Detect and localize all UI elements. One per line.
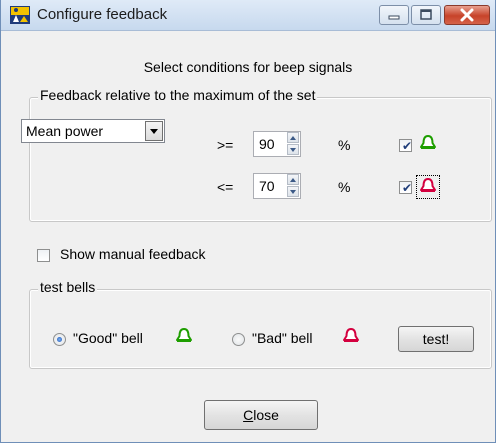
dropdown-button[interactable] [145, 121, 163, 141]
minimize-icon [388, 15, 400, 20]
spin-up-button[interactable] [287, 174, 299, 185]
lower-threshold-spinbox[interactable]: 70 [253, 173, 301, 199]
maximize-icon [420, 9, 432, 20]
spin-up-button[interactable] [287, 132, 299, 143]
test-button[interactable]: test! [398, 326, 474, 352]
app-icon [10, 6, 30, 24]
manual-feedback-label: Show manual feedback [60, 246, 206, 262]
measure-dropdown[interactable]: Mean power [21, 119, 165, 143]
good-bell-label[interactable]: "Good" bell [73, 330, 143, 346]
good-bell-icon [176, 328, 192, 342]
relative-feedback-group: Feedback relative to the maximum of the … [29, 87, 492, 222]
checkmark-icon: ✔ [402, 181, 413, 195]
title-bar[interactable]: Configure feedback [1, 0, 495, 31]
relative-feedback-legend: Feedback relative to the maximum of the … [38, 87, 318, 103]
chevron-down-icon [150, 129, 158, 134]
close-window-button[interactable] [444, 5, 490, 25]
upper-threshold-spinbox[interactable]: 90 [253, 131, 301, 157]
upper-spin-buttons[interactable] [287, 132, 300, 156]
test-bells-legend: test bells [38, 279, 98, 295]
upper-bell-checkbox[interactable]: ✔ [399, 139, 412, 152]
arrow-down-icon [290, 190, 296, 194]
measure-selected-value: Mean power [26, 123, 104, 139]
manual-feedback-checkbox[interactable] [37, 249, 50, 262]
lower-bell-checkbox[interactable]: ✔ [399, 181, 412, 194]
window-title: Configure feedback [37, 6, 168, 23]
dialog-content: Select conditions for beep signals Feedb… [1, 31, 495, 442]
close-icon [460, 8, 474, 22]
close-button-mnemonic: C [243, 407, 254, 423]
lower-threshold-value: 70 [259, 178, 275, 194]
upper-operator: >= [217, 137, 234, 153]
minimize-button[interactable] [379, 5, 409, 25]
arrow-up-icon [290, 136, 296, 140]
spin-down-button[interactable] [287, 186, 299, 197]
radio-selected-dot [57, 337, 62, 342]
upper-threshold-value: 90 [259, 136, 275, 152]
lower-unit: % [338, 179, 351, 195]
dialog-heading: Select conditions for beep signals [143, 59, 353, 75]
bad-bell-radio[interactable] [232, 333, 245, 346]
spin-down-button[interactable] [287, 144, 299, 155]
checkmark-icon: ✔ [402, 139, 413, 153]
close-button-label: lose [253, 407, 279, 423]
lower-spin-buttons[interactable] [287, 174, 300, 198]
bad-bell-icon[interactable] [419, 178, 437, 194]
good-bell-icon [420, 135, 436, 149]
bad-bell-label[interactable]: "Bad" bell [252, 330, 313, 346]
good-bell-radio[interactable] [53, 333, 66, 346]
arrow-up-icon [290, 178, 296, 182]
upper-unit: % [338, 137, 351, 153]
close-button[interactable]: Close [204, 400, 318, 430]
lower-operator: <= [217, 179, 234, 195]
maximize-button[interactable] [411, 5, 441, 25]
dialog-window: Configure feedback Select conditions for… [0, 0, 496, 443]
bad-bell-icon [343, 328, 359, 342]
arrow-down-icon [290, 148, 296, 152]
